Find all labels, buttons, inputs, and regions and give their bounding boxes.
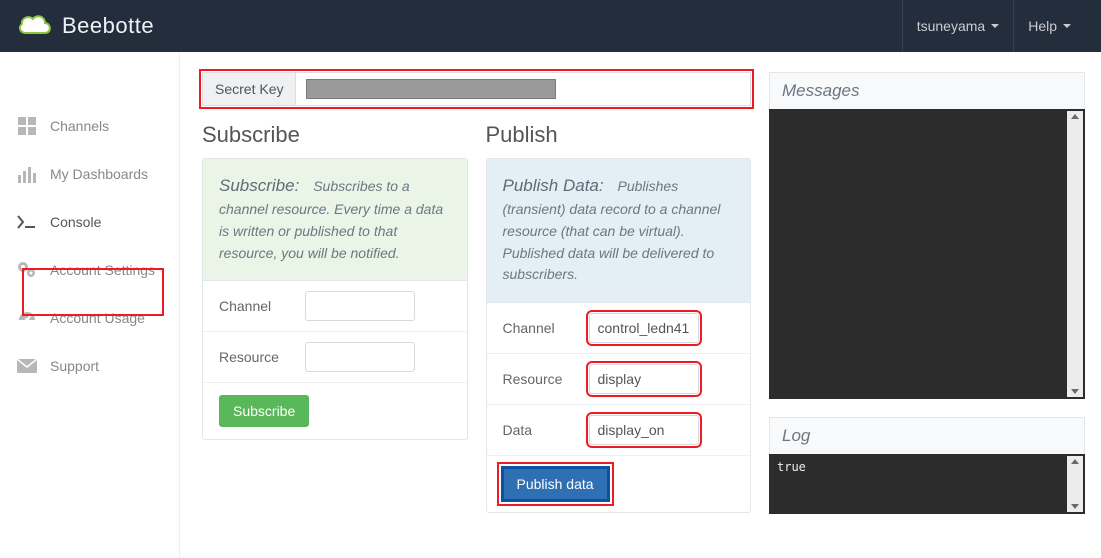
publish-channel-input[interactable]	[589, 313, 699, 343]
subscribe-lead: Subscribe:	[219, 176, 299, 195]
sidebar-item-console[interactable]: Console	[0, 198, 179, 246]
gears-icon	[16, 261, 38, 279]
log-title: Log	[769, 417, 1085, 454]
log-line: true	[777, 460, 806, 474]
bars-icon	[16, 165, 38, 183]
publish-resource-label: Resource	[503, 371, 575, 387]
secret-key-row: Secret Key	[202, 72, 751, 106]
sidebar-item-account-usage[interactable]: Account Usage	[0, 294, 179, 342]
sidebar-item-my-dashboards[interactable]: My Dashboards	[0, 150, 179, 198]
terminal-icon	[16, 215, 38, 229]
sidebar: Channels My Dashboards Console Account S…	[0, 52, 180, 558]
sidebar-item-label: Channels	[50, 117, 109, 135]
main-content: Secret Key Subscribe Subscribe: Subscrib…	[180, 52, 769, 558]
log-body[interactable]: true	[769, 454, 1085, 514]
caret-down-icon	[991, 24, 999, 28]
publish-description: Publish Data: Publishes (transient) data…	[487, 159, 751, 303]
secret-key-label: Secret Key	[203, 73, 296, 105]
publish-resource-input[interactable]	[589, 364, 699, 394]
brand[interactable]: Beebotte	[16, 13, 154, 39]
sidebar-item-support[interactable]: Support	[0, 342, 179, 390]
subscribe-button[interactable]: Subscribe	[219, 395, 309, 427]
subscribe-channel-input[interactable]	[305, 291, 415, 321]
messages-body[interactable]	[769, 109, 1085, 399]
publish-data-label: Data	[503, 422, 575, 438]
scroll-down-icon	[1071, 504, 1079, 509]
publish-panel: Publish Data: Publishes (transient) data…	[486, 158, 752, 513]
subscribe-channel-label: Channel	[219, 298, 291, 314]
caret-down-icon	[1063, 24, 1071, 28]
brand-text: Beebotte	[62, 13, 154, 39]
sidebar-item-label: Support	[50, 357, 99, 375]
publish-title: Publish	[486, 122, 752, 148]
scroll-up-icon	[1071, 459, 1079, 464]
scroll-down-icon	[1071, 389, 1079, 394]
user-name: tsuneyama	[917, 18, 985, 34]
messages-title: Messages	[769, 72, 1085, 109]
subscribe-description: Subscribe: Subscribes to a channel resou…	[203, 159, 467, 281]
log-box: Log true	[769, 417, 1085, 514]
scrollbar[interactable]	[1067, 456, 1083, 512]
subscribe-resource-label: Resource	[219, 349, 291, 365]
help-label: Help	[1028, 18, 1057, 34]
publish-lead: Publish Data:	[503, 176, 604, 195]
sidebar-item-label: Console	[50, 213, 101, 231]
subscribe-panel: Subscribe: Subscribes to a channel resou…	[202, 158, 468, 440]
subscribe-title: Subscribe	[202, 122, 468, 148]
publish-channel-label: Channel	[503, 320, 575, 336]
secret-key-value[interactable]	[296, 73, 750, 105]
scrollbar[interactable]	[1067, 111, 1083, 397]
sidebar-item-account-settings[interactable]: Account Settings	[0, 246, 179, 294]
publish-button[interactable]: Publish data	[503, 468, 608, 500]
secret-key-mask	[306, 79, 556, 99]
subscribe-resource-input[interactable]	[305, 342, 415, 372]
sidebar-item-label: Account Usage	[50, 309, 145, 327]
grid-icon	[16, 117, 38, 135]
user-menu[interactable]: tsuneyama	[902, 0, 1013, 52]
sidebar-item-label: Account Settings	[50, 261, 155, 279]
scroll-up-icon	[1071, 114, 1079, 119]
right-column: Messages Log true	[769, 52, 1101, 558]
messages-box: Messages	[769, 72, 1085, 399]
gauge-icon	[16, 310, 38, 326]
help-menu[interactable]: Help	[1013, 0, 1085, 52]
cloud-logo-icon	[16, 13, 54, 39]
publish-data-input[interactable]	[589, 415, 699, 445]
sidebar-item-label: My Dashboards	[50, 165, 148, 183]
sidebar-item-channels[interactable]: Channels	[0, 102, 179, 150]
topbar: Beebotte tsuneyama Help	[0, 0, 1101, 52]
envelope-icon	[16, 359, 38, 373]
